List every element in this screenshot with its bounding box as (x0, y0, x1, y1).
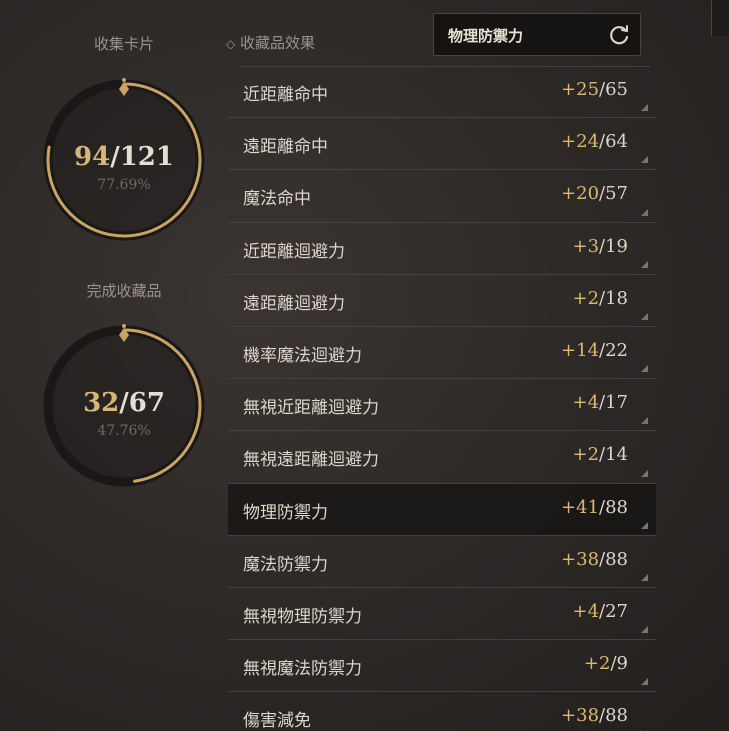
effect-name: 遠距離命中 (243, 137, 328, 158)
collection-summary-panel: 收集卡片 94/121 77.69% 完成收藏品 32/67 47.76% (0, 0, 228, 731)
expand-corner-icon (641, 365, 648, 373)
effect-row[interactable]: 魔法防禦力 +38/88 (228, 536, 656, 588)
complete-count: 32/67 (40, 388, 208, 418)
expand-corner-icon (641, 208, 648, 216)
effect-bonus: +2 (572, 287, 600, 309)
complete-title: 完成收藏品 (86, 282, 162, 300)
effect-max: /18 (599, 287, 628, 309)
complete-current: 32 (83, 388, 120, 418)
complete-total: /67 (119, 388, 165, 418)
effect-row[interactable]: 無視近距離迴避力 +4/17 (228, 379, 656, 432)
complete-percent: 47.76% (97, 423, 151, 439)
effect-row[interactable]: 近距離命中 +25/65 (228, 66, 656, 119)
effect-value: +38/88 (561, 549, 628, 570)
effect-row[interactable]: 機率魔法迴避力 +14/22 (228, 327, 656, 380)
effect-max: /27 (599, 600, 628, 622)
effect-name: 傷害減免 (243, 711, 311, 731)
effect-bonus: +4 (572, 600, 600, 622)
effect-max: /17 (599, 392, 628, 414)
effect-name: 機率魔法迴避力 (243, 345, 362, 366)
effect-bonus: +38 (561, 705, 600, 727)
expand-corner-icon (641, 626, 648, 634)
effect-row[interactable]: 物理防禦力 +41/88 (228, 483, 656, 536)
expand-corner-icon (641, 469, 648, 477)
effects-header: ◇ 收藏品效果 (226, 32, 315, 53)
effect-max: /65 (599, 79, 628, 100)
effect-name: 無視遠距離迴避力 (243, 450, 379, 471)
effect-max: /22 (599, 339, 628, 361)
effect-bonus: +4 (572, 392, 600, 414)
effect-bonus: +24 (561, 131, 600, 153)
effect-value: +3/19 (572, 236, 628, 257)
expand-corner-icon (641, 678, 648, 686)
effect-value: +4/17 (572, 392, 628, 413)
effect-value: +2/18 (572, 288, 628, 309)
effect-name: 近距離迴避力 (243, 241, 345, 262)
effect-row[interactable]: 無視遠距離迴避力 +2/14 (228, 431, 656, 484)
effect-name: 近距離命中 (243, 85, 328, 105)
effect-row[interactable]: 無視魔法防禦力 +2/9 (228, 640, 656, 693)
refresh-icon[interactable] (606, 22, 632, 48)
effect-max: /88 (599, 705, 628, 727)
effect-value: +2/14 (572, 444, 628, 465)
effect-value: +24/64 (561, 131, 628, 152)
effect-bonus: +25 (561, 79, 600, 100)
effect-filter-dropdown[interactable]: 物理防禦力 (433, 13, 641, 56)
effect-name: 無視近距離迴避力 (243, 398, 379, 419)
effect-name: 物理防禦力 (243, 502, 328, 523)
effect-max: /9 (610, 653, 628, 675)
effect-name: 無視物理防禦力 (243, 606, 362, 627)
cards-count: 94/121 (40, 142, 208, 172)
effect-bonus: +38 (561, 548, 600, 570)
cards-title: 收集卡片 (93, 35, 154, 53)
effect-name: 無視魔法防禦力 (243, 659, 362, 680)
complete-progress-ring: 32/67 47.76% (40, 322, 208, 490)
effect-max: /88 (599, 496, 628, 518)
filter-label: 物理防禦力 (448, 27, 524, 45)
expand-corner-icon (641, 521, 648, 529)
diamond-icon: ◇ (226, 37, 236, 51)
effect-name: 魔法命中 (243, 189, 311, 210)
effect-value: +41/88 (561, 497, 628, 518)
effect-row[interactable]: 無視物理防禦力 +4/27 (228, 588, 656, 641)
cards-percent: 77.69% (97, 177, 151, 193)
expand-corner-icon (641, 260, 648, 268)
effect-max: /19 (599, 235, 628, 257)
effect-bonus: +2 (583, 653, 611, 675)
cards-current: 94 (74, 142, 111, 172)
effect-name: 遠距離迴避力 (243, 293, 345, 314)
effect-bonus: +20 (561, 183, 600, 205)
effect-max: /88 (599, 548, 628, 570)
effect-value: +14/22 (561, 340, 628, 361)
effect-row[interactable]: 傷害減免 +38/88 (228, 692, 656, 731)
expand-corner-icon (641, 312, 648, 320)
effect-bonus: +14 (561, 339, 600, 361)
effect-bonus: +3 (572, 235, 600, 257)
expand-corner-icon (641, 156, 648, 164)
effect-value: +2/9 (584, 653, 628, 674)
effect-bonus: +41 (561, 496, 600, 518)
effect-name: 魔法防禦力 (243, 554, 328, 575)
effect-value: +20/57 (561, 183, 628, 204)
expand-corner-icon (641, 417, 648, 425)
effects-header-label: 收藏品效果 (240, 34, 316, 52)
effect-value: +4/27 (572, 601, 628, 622)
effect-row[interactable]: 魔法命中 +20/57 (228, 170, 656, 223)
effect-list: 近距離命中 +25/65 遠距離命中 +24/64 魔法命中 +20/57 近距離迴避力 +3… (228, 66, 656, 731)
effect-max: /57 (599, 183, 628, 205)
cards-progress-ring: 94/121 77.69% (40, 76, 208, 244)
effect-row[interactable]: 遠距離迴避力 +2/18 (228, 275, 656, 327)
expand-corner-icon (641, 104, 648, 112)
effect-value: +25/65 (561, 79, 628, 100)
effect-max: /64 (599, 131, 628, 153)
effect-max: /14 (599, 444, 628, 466)
effect-bonus: +2 (572, 444, 600, 466)
scroll-edge (711, 0, 729, 36)
expand-corner-icon (641, 573, 648, 581)
effect-value: +38/88 (561, 705, 628, 726)
effect-row[interactable]: 近距離迴避力 +3/19 (228, 223, 656, 275)
cards-total: /121 (110, 142, 174, 172)
effect-row[interactable]: 遠距離命中 +24/64 (228, 118, 656, 171)
